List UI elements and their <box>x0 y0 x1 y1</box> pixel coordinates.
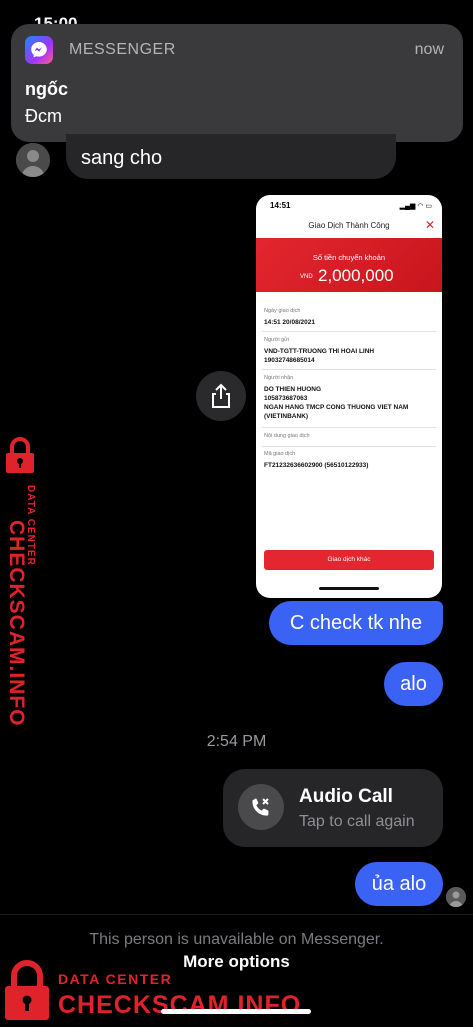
messenger-app-icon <box>25 36 53 64</box>
share-button[interactable] <box>196 371 246 421</box>
incoming-message-text: sang cho <box>81 147 163 169</box>
watermark-vertical-sub: DATA CENTER <box>25 485 36 566</box>
watermark-bottom-main: CHECKSCAM.INFO <box>58 991 302 1019</box>
notification-time: now <box>414 41 444 58</box>
receipt-close-icon: ✕ <box>424 218 435 232</box>
notification-app-name: MESSENGER <box>69 41 176 58</box>
call-again-link[interactable]: Tap to call again <box>299 813 415 831</box>
home-indicator[interactable] <box>161 1009 311 1014</box>
receipt-amount-banner: Số tiền chuyển khoản VND 2,000,000 <box>256 238 442 292</box>
receipt-field-label: Người nhận <box>264 375 294 381</box>
receipt-field-label: Mã giao dịch <box>264 451 296 457</box>
receipt-status-icons: ▂▄▆ ◠ ▭ <box>399 203 432 210</box>
receipt-amount: 2,000,000 <box>318 266 394 285</box>
footer-divider <box>0 914 473 915</box>
receipt-other-transaction-button: Giao dịch khác <box>264 550 434 570</box>
watermark-lock-icon <box>3 960 51 1027</box>
receipt-field-value: DO THIEN HUONG 105873687063 NGAN HANG TM… <box>264 386 409 420</box>
receipt-field-value: FT21232636602900 (56510122933) <box>264 462 369 469</box>
chat-timestamp: 2:54 PM <box>206 733 267 750</box>
notification-banner[interactable]: MESSENGER now ngốc Đcm <box>11 24 463 142</box>
notification-message: Đcm <box>25 106 62 126</box>
receipt-status-bar: 14:51 ▂▄▆ ◠ ▭ <box>256 195 442 217</box>
receipt-title: Giao Dịch Thành Công <box>308 221 390 230</box>
watermark-bottom-sub: DATA CENTER <box>58 971 173 987</box>
seen-avatar <box>446 887 466 907</box>
watermark-lock-icon <box>4 437 50 480</box>
receipt-field-value: VND-TGTT-TRUONG THI HOAI LINH 1903274868… <box>264 348 375 364</box>
receipt-amount-label: Số tiền chuyển khoản <box>312 253 386 262</box>
receipt-field-value: 14:51 20/08/2021 <box>264 319 315 326</box>
outgoing-message-bubble[interactable]: ủa alo <box>355 862 443 906</box>
call-title: Audio Call <box>299 786 393 807</box>
receipt-status-time: 14:51 <box>270 201 291 210</box>
notification-sender: ngốc <box>25 79 68 99</box>
receipt-currency: VND <box>300 274 313 280</box>
receipt-field-label: Nội dung giao dịch <box>264 433 310 439</box>
contact-avatar[interactable] <box>16 143 50 177</box>
shared-image-receipt[interactable]: 14:51 ▂▄▆ ◠ ▭ Giao Dịch Thành Công ✕ Số … <box>256 195 442 598</box>
receipt-field-label: Người gửi <box>264 337 290 343</box>
more-options-button[interactable]: More options <box>0 952 473 972</box>
unavailable-notice: This person is unavailable on Messenger. <box>89 931 384 948</box>
share-icon <box>212 383 230 408</box>
receipt-field-label: Ngày giao dịch <box>264 308 301 314</box>
missed-call-icon <box>238 784 284 830</box>
receipt-home-indicator <box>319 587 379 590</box>
outgoing-message-bubble[interactable]: C check tk nhe <box>269 601 443 645</box>
outgoing-message-bubble[interactable]: alo <box>384 662 443 706</box>
